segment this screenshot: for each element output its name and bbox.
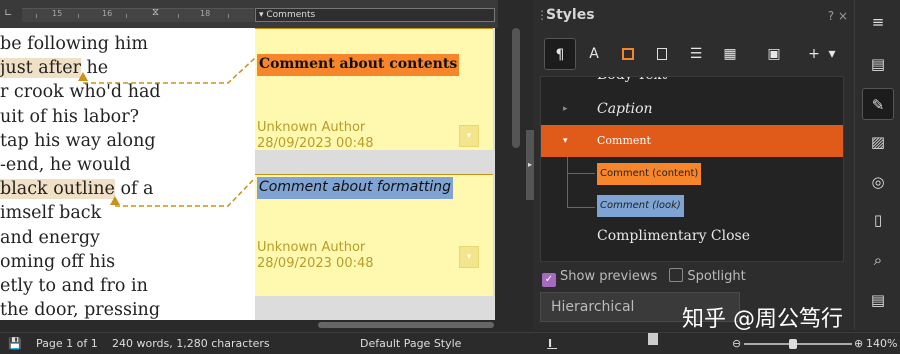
comment-margin: Comment about contents Unknown Author 28… — [255, 28, 495, 320]
page-style[interactable]: Default Page Style — [360, 333, 461, 354]
character-styles-button[interactable]: A — [578, 38, 610, 70]
table-styles-button[interactable]: ▦ — [714, 38, 746, 70]
style-item[interactable]: Comment (content) — [597, 163, 702, 185]
scrollbar-thumb[interactable] — [512, 28, 520, 148]
comment-menu-button[interactable]: ▾ — [459, 125, 479, 147]
comment-text[interactable]: Comment about contents — [257, 54, 460, 76]
text-cursor-icon: I͟ — [548, 337, 553, 350]
scrollbar-thumb[interactable] — [318, 322, 494, 328]
expand-icon[interactable]: ▸ — [563, 93, 575, 125]
show-previews-checkbox[interactable]: ✓ — [542, 273, 556, 287]
ruler-number: 18 — [200, 9, 211, 18]
fill-format-button[interactable]: ▣ — [758, 38, 790, 70]
zoom-in-icon[interactable]: ⊕ — [854, 333, 863, 354]
style-item[interactable]: ▸ Caption — [541, 93, 843, 125]
spotlight-checkbox[interactable] — [669, 268, 684, 282]
expand-icon[interactable]: ▸ — [563, 77, 575, 91]
comment-author: Unknown Author — [257, 240, 366, 255]
style-item-label: Comment — [597, 134, 651, 147]
comment-note[interactable]: Comment about formatting Unknown Author … — [255, 174, 493, 296]
frame-styles-button[interactable] — [612, 38, 644, 70]
show-previews-label: Show previews — [560, 269, 658, 284]
comment-top-border — [255, 174, 493, 175]
style-item-label: Body Text — [597, 77, 667, 91]
style-inspector-icon[interactable]: ⌕ — [862, 244, 894, 276]
panel-controls: ? × — [828, 9, 848, 23]
manage-changes-icon[interactable]: ▤ — [862, 284, 894, 316]
watermark: 知乎 @周公笃行 — [682, 307, 843, 332]
styles-icon[interactable]: ✎ — [862, 88, 894, 120]
styles-toolbar: ¶ A ☰ ▦ ▣ + ▾ — [540, 38, 840, 72]
right-sidebar-deck: ≡ ▤ ✎ ▨ ◎ ▯ ⌕ ▤ — [854, 0, 900, 330]
page-count[interactable]: Page 1 of 1 — [36, 333, 98, 354]
ruler-tick — [36, 14, 37, 18]
help-button[interactable]: ? — [828, 9, 834, 23]
document-horizontal-scrollbar[interactable] — [0, 320, 526, 330]
document-vertical-scrollbar[interactable] — [498, 28, 526, 320]
comment-text[interactable]: Comment about formatting — [257, 177, 453, 199]
tree-line — [567, 207, 595, 208]
ruler-tick — [78, 14, 79, 18]
style-actions-dropdown[interactable]: ▾ — [822, 38, 842, 70]
panel-title: Styles — [546, 7, 595, 23]
sidebar-collapse-handle[interactable]: ▸ — [526, 130, 534, 200]
zoom-slider-knob[interactable] — [789, 339, 797, 349]
menu-icon[interactable]: ≡ — [862, 6, 894, 38]
comment-author: Unknown Author — [257, 120, 366, 135]
list-styles-button[interactable]: ☰ — [680, 38, 712, 70]
status-bar: 💾 Page 1 of 1 240 words, 1,280 character… — [0, 332, 900, 354]
comment-menu-button[interactable]: ▾ — [459, 246, 479, 268]
paragraph-styles-button[interactable]: ¶ — [544, 38, 576, 70]
zoom-out-icon[interactable]: ⊖ — [732, 333, 741, 354]
frame-icon — [622, 48, 634, 60]
page-styles-button[interactable] — [646, 38, 678, 70]
page-icon — [657, 48, 667, 60]
zoom-slider[interactable] — [744, 343, 852, 345]
comment-top-border — [255, 28, 493, 29]
collapse-icon[interactable]: ▾ — [563, 125, 575, 157]
style-item[interactable]: Comment (look) — [597, 195, 684, 217]
comment-note[interactable]: Comment about contents Unknown Author 28… — [255, 28, 493, 151]
zoom-level[interactable]: 140% — [866, 333, 897, 354]
styles-panel: ⋮ Styles ? × ¶ A ☰ ▦ ▣ + ▾ ▸ Body Text ▸… — [534, 0, 854, 330]
horizontal-ruler[interactable]: ∟ 15 16 ⧖ 18 ▾ Comments — [0, 0, 498, 28]
navigator-icon[interactable]: ◎ — [862, 166, 894, 198]
ruler-tick — [228, 14, 229, 18]
comments-dropdown-label: Comments — [266, 10, 316, 20]
tree-line — [567, 173, 595, 174]
style-options: ✓ Show previews Spotlight — [542, 268, 746, 288]
style-list[interactable]: ▸ Body Text ▸ Caption ▾ Comment Comment … — [540, 76, 844, 262]
comments-dropdown[interactable]: ▾ Comments — [255, 8, 495, 22]
ruler-tick — [178, 14, 179, 18]
tree-line — [567, 157, 568, 207]
close-button[interactable]: × — [838, 9, 848, 23]
style-item[interactable]: ▸ Body Text — [541, 77, 843, 91]
comment-datetime: 28/09/2023 00:48 — [257, 256, 374, 271]
spotlight-label: Spotlight — [687, 269, 746, 284]
properties-icon[interactable]: ▤ — [862, 48, 894, 80]
style-item-selected[interactable]: ▾ Comment — [541, 125, 843, 157]
tab-stop-type-icon[interactable]: ∟ — [4, 8, 14, 20]
save-status-icon[interactable]: 💾 — [8, 333, 22, 354]
indent-marker-icon[interactable]: ⧖ — [152, 7, 162, 23]
style-item-label: Caption — [597, 101, 653, 117]
ruler-tick — [126, 14, 127, 18]
book-view-icon[interactable] — [648, 333, 658, 345]
ruler-number: 15 — [52, 9, 63, 18]
style-item[interactable]: Complimentary Close — [541, 220, 843, 252]
ruler-number: 16 — [102, 9, 113, 18]
gallery-icon[interactable]: ▨ — [862, 126, 894, 158]
comment-datetime: 28/09/2023 00:48 — [257, 136, 374, 151]
style-item-label: Complimentary Close — [597, 228, 751, 244]
page-icon[interactable]: ▯ — [862, 204, 894, 236]
word-count[interactable]: 240 words, 1,280 characters — [112, 333, 270, 354]
